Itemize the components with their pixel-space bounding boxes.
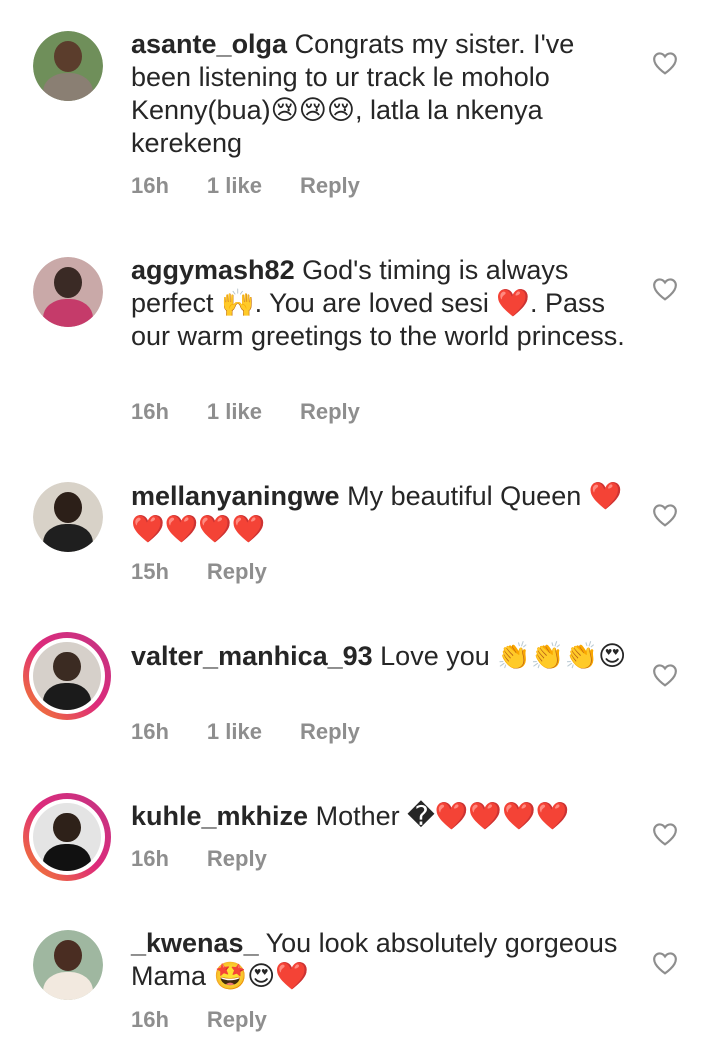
comment-username[interactable]: aggymash82 — [131, 255, 295, 285]
avatar[interactable] — [33, 257, 103, 327]
comment-time: 16h — [131, 719, 169, 744]
like-button[interactable] — [652, 503, 678, 527]
heart-outline-icon — [653, 504, 677, 527]
heart-outline-icon — [653, 52, 677, 75]
heart-outline-icon — [653, 952, 677, 975]
like-button[interactable] — [652, 277, 678, 301]
avatar[interactable] — [23, 793, 111, 881]
like-button[interactable] — [652, 663, 678, 687]
comment-time: 16h — [131, 1007, 169, 1032]
comment-username[interactable]: asante_olga — [131, 29, 287, 59]
like-button[interactable] — [652, 51, 678, 75]
comment-text: valter_manhica_93 Love you 👏👏👏😍 — [131, 640, 631, 673]
reply-button[interactable]: Reply — [300, 399, 360, 425]
like-button[interactable] — [652, 951, 678, 975]
comment-likes[interactable]: 1 like — [207, 173, 262, 199]
comment-meta: 15h Reply — [131, 559, 305, 585]
avatar[interactable] — [33, 930, 103, 1000]
reply-button[interactable]: Reply — [300, 173, 360, 199]
comment-text: kuhle_mkhize Mother �❤️❤️❤️❤️ — [131, 800, 631, 833]
comment-body: Mother �❤️❤️❤️❤️ — [308, 801, 570, 831]
comment-text: _kwenas_ You look absolutely gorgeous Ma… — [131, 927, 631, 993]
comment-time: 16h — [131, 846, 169, 871]
reply-button[interactable]: Reply — [207, 1007, 267, 1033]
comment-text: aggymash82 God's timing is always perfec… — [131, 254, 631, 353]
comment-username[interactable]: valter_manhica_93 — [131, 641, 373, 671]
like-button[interactable] — [652, 822, 678, 846]
comment-meta: 16h Reply — [131, 1007, 305, 1033]
comment-text: mellanyaningwe My beautiful Queen ❤️❤️❤️… — [131, 480, 631, 546]
heart-outline-icon — [653, 823, 677, 846]
comment-meta: 16h 1 like Reply — [131, 719, 398, 745]
heart-outline-icon — [653, 664, 677, 687]
comment-meta: 16h 1 like Reply — [131, 173, 398, 199]
comment-likes[interactable]: 1 like — [207, 399, 262, 425]
comment-text: asante_olga Congrats my sister. I've bee… — [131, 28, 631, 160]
comment-username[interactable]: _kwenas_ — [131, 928, 259, 958]
comment-username[interactable]: kuhle_mkhize — [131, 801, 308, 831]
avatar[interactable] — [23, 632, 111, 720]
heart-outline-icon — [653, 278, 677, 301]
comment-time: 15h — [131, 559, 169, 584]
avatar[interactable] — [33, 31, 103, 101]
comment-username[interactable]: mellanyaningwe — [131, 481, 340, 511]
reply-button[interactable]: Reply — [207, 559, 267, 585]
comment-body: Love you 👏👏👏😍 — [372, 641, 627, 671]
avatar[interactable] — [33, 482, 103, 552]
comment-meta: 16h 1 like Reply — [131, 399, 398, 425]
comment-time: 16h — [131, 399, 169, 424]
reply-button[interactable]: Reply — [300, 719, 360, 745]
comment-time: 16h — [131, 173, 169, 198]
comment-meta: 16h Reply — [131, 846, 305, 872]
comment-likes[interactable]: 1 like — [207, 719, 262, 745]
reply-button[interactable]: Reply — [207, 846, 267, 872]
